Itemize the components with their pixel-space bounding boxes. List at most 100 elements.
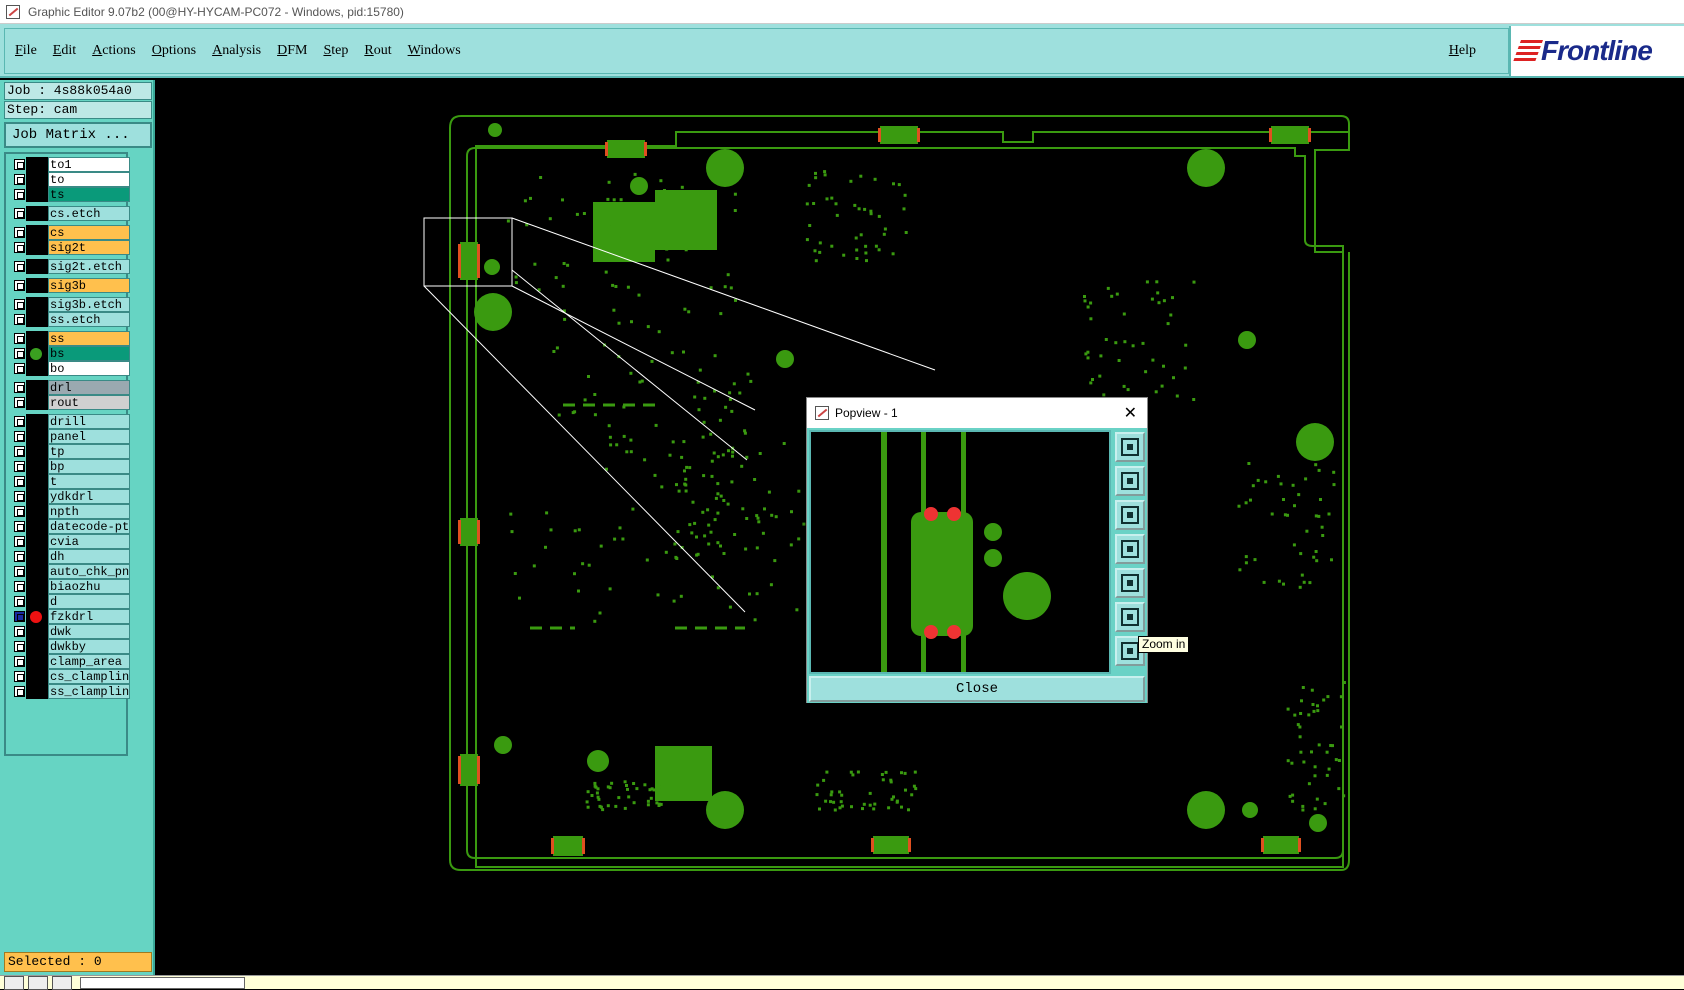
layer-checkbox[interactable] — [14, 521, 25, 532]
layer-status-cell[interactable] — [26, 474, 48, 489]
layer-name[interactable]: panel — [48, 429, 130, 444]
layer-name[interactable]: cvia — [48, 534, 130, 549]
layer-status-cell[interactable] — [26, 459, 48, 474]
layer-row-drill[interactable]: drill — [8, 414, 130, 429]
close-icon[interactable]: ✕ — [1124, 403, 1137, 422]
layer-name[interactable]: cs.etch — [48, 206, 130, 221]
layer-row-cs.etch[interactable]: cs.etch — [8, 206, 130, 221]
layer-row-datecode-pts[interactable]: datecode-pts — [8, 519, 130, 534]
layer-name[interactable]: to — [48, 172, 130, 187]
layer-row-tp[interactable]: tp — [8, 444, 130, 459]
layer-name[interactable]: tp — [48, 444, 130, 459]
layer-checkbox[interactable] — [14, 189, 25, 200]
popview-viewport[interactable] — [809, 430, 1111, 674]
status-tool-icon[interactable] — [4, 975, 24, 990]
layer-name[interactable]: dwkby — [48, 639, 130, 654]
layer-name[interactable]: t — [48, 474, 130, 489]
popview-close-button[interactable]: Close — [809, 676, 1145, 702]
layer-row-bs[interactable]: bs — [8, 346, 130, 361]
layer-name[interactable]: sig3b — [48, 278, 130, 293]
layer-name[interactable]: auto_chk_pnl — [48, 564, 130, 579]
layer-status-cell[interactable] — [26, 206, 48, 221]
layer-checkbox[interactable] — [14, 174, 25, 185]
layer-name[interactable]: ss — [48, 331, 130, 346]
layer-row-sig3b.etch[interactable]: sig3b.etch — [8, 297, 130, 312]
layer-name[interactable]: bs — [48, 346, 130, 361]
layer-checkbox[interactable] — [14, 656, 25, 667]
layer-checkbox[interactable] — [14, 242, 25, 253]
layer-status-cell[interactable] — [26, 534, 48, 549]
layer-status-cell[interactable] — [26, 395, 48, 410]
layer-checkbox[interactable] — [14, 686, 25, 697]
layer-checkbox[interactable] — [14, 596, 25, 607]
layer-name[interactable]: sig2t — [48, 240, 130, 255]
layer-row-cs[interactable]: cs — [8, 225, 130, 240]
layer-checkbox[interactable] — [14, 314, 25, 325]
menu-rout[interactable]: Rout — [364, 43, 391, 59]
layer-checkbox[interactable] — [14, 416, 25, 427]
layer-row-ydkdrl[interactable]: ydkdrl — [8, 489, 130, 504]
layer-row-d[interactable]: d — [8, 594, 130, 609]
layer-checkbox[interactable] — [14, 611, 25, 622]
layer-checkbox[interactable] — [14, 382, 25, 393]
layer-name[interactable]: biaozhu — [48, 579, 130, 594]
layer-row-bo[interactable]: bo — [8, 361, 130, 376]
layer-status-cell[interactable] — [26, 519, 48, 534]
layer-name[interactable]: drill — [48, 414, 130, 429]
menu-analysis[interactable]: Analysis — [212, 43, 261, 59]
layer-checkbox[interactable] — [14, 363, 25, 374]
layer-row-biaozhu[interactable]: biaozhu — [8, 579, 130, 594]
menu-file[interactable]: File — [15, 43, 37, 59]
layer-checkbox[interactable] — [14, 536, 25, 547]
layer-name[interactable]: d — [48, 594, 130, 609]
layer-status-cell[interactable] — [26, 444, 48, 459]
layer-status-cell[interactable] — [26, 669, 48, 684]
layer-checkbox[interactable] — [14, 299, 25, 310]
layer-name[interactable]: datecode-pts — [48, 519, 130, 534]
layer-status-cell[interactable] — [26, 331, 48, 346]
layer-row-drl[interactable]: drl — [8, 380, 130, 395]
layer-row-fzkdrl[interactable]: fzkdrl — [8, 609, 130, 624]
layer-checkbox[interactable] — [14, 261, 25, 272]
layer-status-cell[interactable] — [26, 187, 48, 202]
layer-checkbox[interactable] — [14, 581, 25, 592]
layer-status-cell[interactable] — [26, 489, 48, 504]
layer-status-cell[interactable] — [26, 240, 48, 255]
layer-status-cell[interactable] — [26, 172, 48, 187]
pan-left-button[interactable] — [1115, 534, 1145, 564]
menu-options[interactable]: Options — [152, 43, 196, 59]
layer-status-cell[interactable] — [26, 157, 48, 172]
layer-status-cell[interactable] — [26, 594, 48, 609]
layer-status-cell[interactable] — [26, 414, 48, 429]
layer-name[interactable]: drl — [48, 380, 130, 395]
layer-row-to1[interactable]: to1 — [8, 157, 130, 172]
layer-row-ss.etch[interactable]: ss.etch — [8, 312, 130, 327]
pan-right-button[interactable] — [1115, 568, 1145, 598]
layer-status-cell[interactable] — [26, 297, 48, 312]
layer-status-cell[interactable] — [26, 259, 48, 274]
menu-actions[interactable]: Actions — [92, 43, 136, 59]
layer-name[interactable]: bp — [48, 459, 130, 474]
zoom-fit-button[interactable] — [1115, 432, 1145, 462]
layer-status-cell[interactable] — [26, 549, 48, 564]
layer-checkbox[interactable] — [14, 208, 25, 219]
layer-checkbox[interactable] — [14, 431, 25, 442]
job-matrix-button[interactable]: Job Matrix ... — [4, 122, 152, 148]
layer-status-cell[interactable] — [26, 564, 48, 579]
layer-checkbox[interactable] — [14, 348, 25, 359]
layer-status-cell[interactable] — [26, 225, 48, 240]
layer-checkbox[interactable] — [14, 476, 25, 487]
layer-row-ss[interactable]: ss — [8, 331, 130, 346]
layer-name[interactable]: cs — [48, 225, 130, 240]
layer-row-dwk[interactable]: dwk — [8, 624, 130, 639]
layer-row-cs_clampline[interactable]: cs_clampline — [8, 669, 130, 684]
layer-row-t[interactable]: t — [8, 474, 130, 489]
layer-checkbox[interactable] — [14, 159, 25, 170]
layer-row-sig2t[interactable]: sig2t — [8, 240, 130, 255]
layer-checkbox[interactable] — [14, 333, 25, 344]
layer-status-cell[interactable] — [26, 639, 48, 654]
layer-status-cell[interactable] — [26, 624, 48, 639]
menu-dfm[interactable]: DFM — [277, 43, 307, 59]
pan-down-button[interactable] — [1115, 500, 1145, 530]
layer-name[interactable]: dwk — [48, 624, 130, 639]
